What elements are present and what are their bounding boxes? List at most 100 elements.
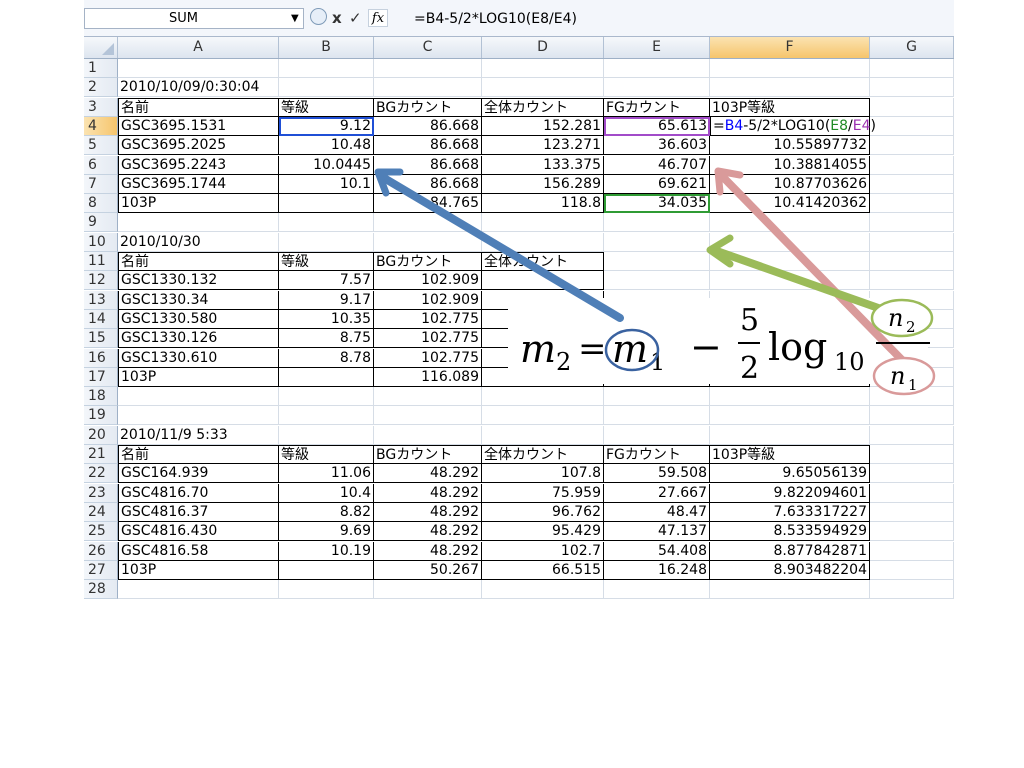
cell-d1[interactable]	[482, 59, 604, 78]
cell-g25[interactable]	[870, 522, 954, 542]
cell-e2[interactable]	[604, 78, 710, 98]
cell-d20[interactable]	[482, 425, 604, 445]
row-header[interactable]: 8	[84, 194, 118, 214]
cell-b8[interactable]	[279, 194, 374, 214]
cell-f8[interactable]: 10.41420362	[710, 194, 870, 214]
cell-d3[interactable]: 全体カウント	[482, 97, 604, 117]
cell-b13[interactable]: 9.17	[279, 290, 374, 310]
cell-c15[interactable]: 102.775	[374, 329, 482, 349]
cell-a9[interactable]	[118, 213, 279, 233]
cell-f15[interactable]: 8.868885266	[710, 329, 870, 349]
cell-c16[interactable]: 102.775	[374, 348, 482, 368]
cell-f9[interactable]	[710, 213, 870, 233]
cell-e13[interactable]	[604, 290, 710, 310]
cell-d11[interactable]: 全体カウント	[482, 252, 604, 271]
cell-g1[interactable]	[870, 59, 954, 78]
cell-d24[interactable]: 96.762	[482, 502, 604, 522]
cell-a1[interactable]	[118, 59, 279, 78]
cell-c27[interactable]: 50.267	[374, 560, 482, 580]
cell-c9[interactable]	[374, 213, 482, 233]
row-header[interactable]: 15	[84, 329, 118, 349]
cell-a16[interactable]: GSC1330.610	[118, 348, 279, 368]
cell-c21[interactable]: BGカウント	[374, 445, 482, 464]
row-header[interactable]: 27	[84, 560, 118, 580]
cell-g6[interactable]	[870, 155, 954, 175]
cell-f6[interactable]: 10.38814055	[710, 155, 870, 175]
cell-e1[interactable]	[604, 59, 710, 78]
cell-e21[interactable]: FGカウント	[604, 445, 710, 464]
row-header[interactable]: 2	[84, 78, 118, 98]
row-header[interactable]: 9	[84, 213, 118, 233]
cell-b22[interactable]: 11.06	[279, 464, 374, 484]
cell-a3[interactable]: 名前	[118, 97, 279, 117]
cell-g9[interactable]	[870, 213, 954, 233]
row-header[interactable]: 14	[84, 309, 118, 329]
cell-f28[interactable]	[710, 580, 870, 600]
cell-c25[interactable]: 48.292	[374, 522, 482, 542]
enter-check-icon[interactable]: ✓	[349, 7, 362, 29]
cell-d16[interactable]: 126.678	[482, 348, 604, 368]
cell-d15[interactable]: 132.327	[482, 329, 604, 349]
cell-f14[interactable]	[710, 309, 870, 329]
cell-e16[interactable]: 23.903	[604, 348, 710, 368]
row-header[interactable]: 26	[84, 541, 118, 561]
cell-e8[interactable]: 34.035	[604, 194, 710, 214]
cell-b11[interactable]: 等級	[279, 252, 374, 271]
cell-f11[interactable]	[710, 252, 870, 271]
cell-a4[interactable]: GSC3695.1531	[118, 116, 279, 136]
row-header[interactable]: 13	[84, 290, 118, 310]
cell-g21[interactable]	[870, 445, 954, 464]
cell-c18[interactable]	[374, 387, 482, 407]
cell-f18[interactable]	[710, 387, 870, 407]
cell-c7[interactable]: 86.668	[374, 174, 482, 194]
cell-g14[interactable]	[870, 309, 954, 329]
cell-f3[interactable]: 103P等級	[710, 97, 870, 117]
cell-c12[interactable]: 102.909	[374, 271, 482, 291]
cell-b9[interactable]	[279, 213, 374, 233]
cell-e15[interactable]: 29.552	[604, 329, 710, 349]
cell-g17[interactable]	[870, 367, 954, 387]
cell-f16[interactable]: 8.6685491	[710, 348, 870, 368]
cell-e12[interactable]	[604, 271, 710, 291]
cell-a20[interactable]: 2010/11/9 5:33	[118, 425, 279, 445]
cell-f10[interactable]	[710, 232, 870, 252]
cell-c26[interactable]: 48.292	[374, 541, 482, 561]
cell-c22[interactable]: 48.292	[374, 464, 482, 484]
cell-f20[interactable]	[710, 425, 870, 445]
cell-a25[interactable]: GSC4816.430	[118, 522, 279, 542]
cell-e3[interactable]: FGカウント	[604, 97, 710, 117]
cell-g27[interactable]	[870, 560, 954, 580]
cell-c2[interactable]	[374, 78, 482, 98]
cell-b21[interactable]: 等級	[279, 445, 374, 464]
row-header[interactable]: 6	[84, 155, 118, 175]
cell-c5[interactable]: 86.668	[374, 136, 482, 156]
cell-c8[interactable]: 84.765	[374, 194, 482, 214]
cell-g20[interactable]	[870, 425, 954, 445]
cell-e9[interactable]	[604, 213, 710, 233]
cell-b28[interactable]	[279, 580, 374, 600]
column-header-a[interactable]: A	[118, 37, 279, 58]
cell-a12[interactable]: GSC1330.132	[118, 271, 279, 291]
cell-b24[interactable]: 8.82	[279, 502, 374, 522]
cell-g2[interactable]	[870, 78, 954, 98]
row-header[interactable]: 4	[84, 116, 118, 136]
cell-b6[interactable]: 10.0445	[279, 155, 374, 175]
cell-e17[interactable]: 26.487	[604, 367, 710, 387]
cell-f22[interactable]: 9.65056139	[710, 464, 870, 484]
cell-d6[interactable]: 133.375	[482, 155, 604, 175]
name-box[interactable]: SUM ▼	[84, 8, 304, 29]
cell-a17[interactable]: 103P	[118, 367, 279, 387]
cell-e22[interactable]: 59.508	[604, 464, 710, 484]
cell-b7[interactable]: 10.1	[279, 174, 374, 194]
cell-c23[interactable]: 48.292	[374, 483, 482, 503]
cell-f1[interactable]	[710, 59, 870, 78]
cell-a18[interactable]	[118, 387, 279, 407]
cell-b19[interactable]	[279, 406, 374, 426]
cell-g10[interactable]	[870, 232, 954, 252]
cell-c14[interactable]: 102.775	[374, 309, 482, 329]
cell-f17[interactable]: 9.202460421	[710, 367, 870, 387]
cell-c3[interactable]: BGカウント	[374, 97, 482, 117]
cell-c24[interactable]: 48.292	[374, 502, 482, 522]
cell-d8[interactable]: 118.8	[482, 194, 604, 214]
cell-b27[interactable]	[279, 560, 374, 580]
